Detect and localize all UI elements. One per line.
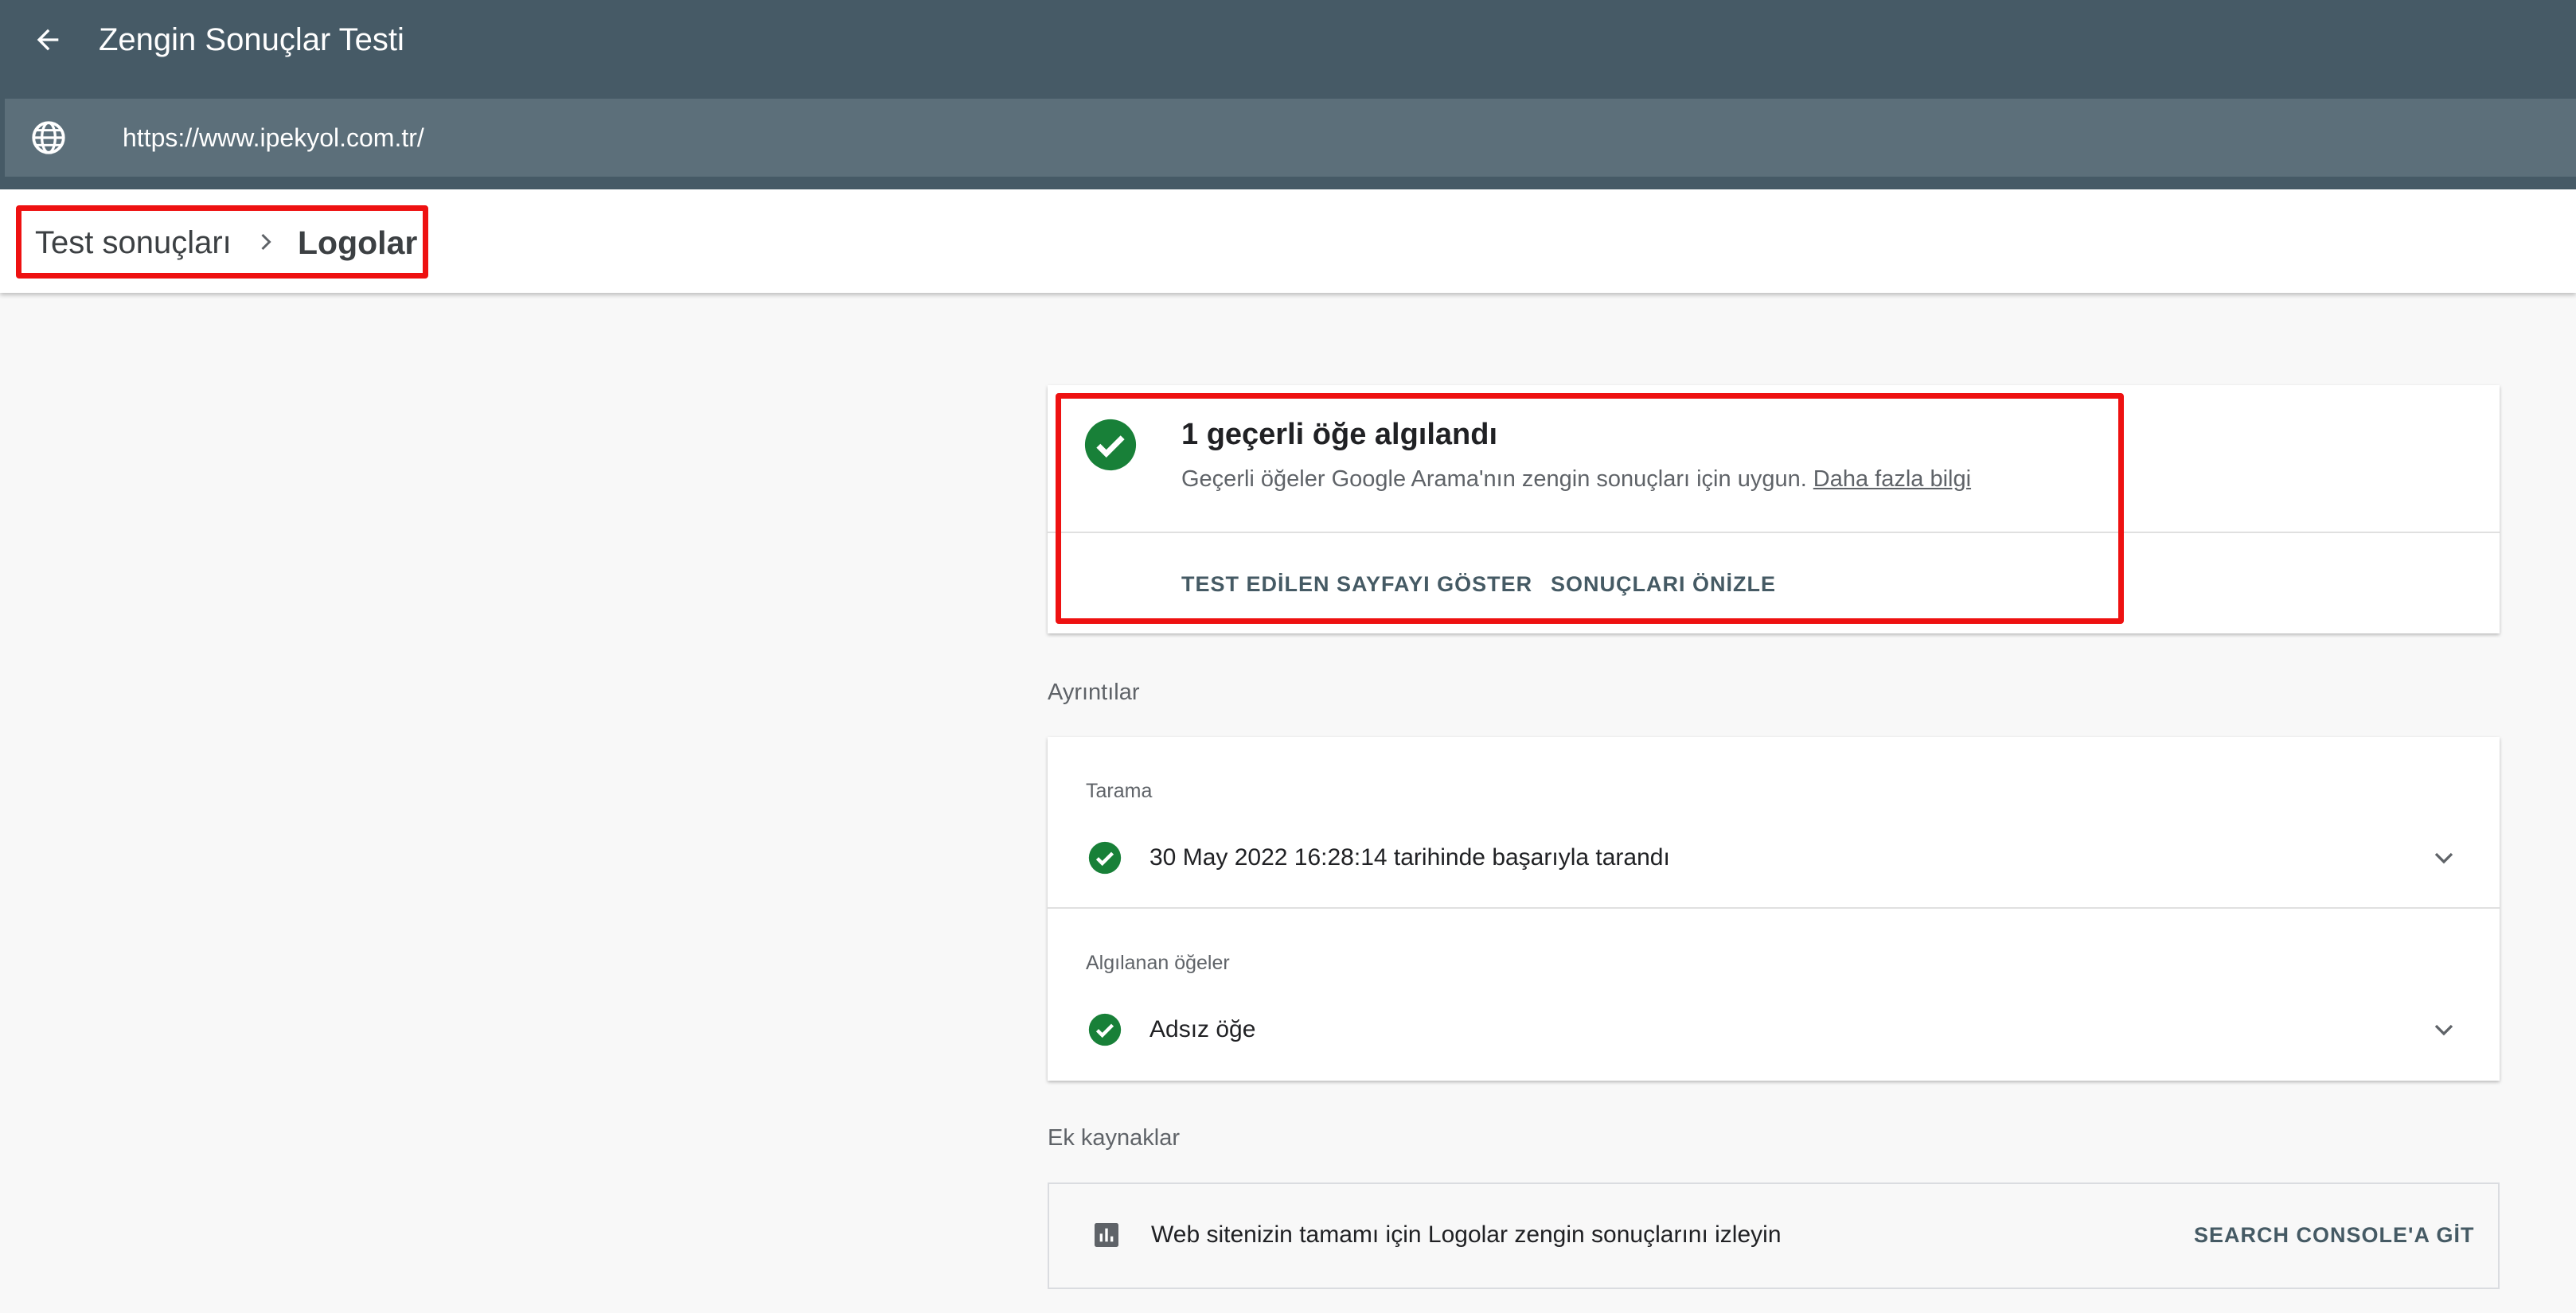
chevron-down-icon[interactable] [2428,842,2460,874]
resource-text: Web sitenizin tamamı için Logolar zengin… [1151,1221,1782,1248]
go-to-search-console-button[interactable]: SEARCH CONSOLE'A GİT [2194,1218,2474,1253]
status-highlight-box [1056,393,2124,624]
crawl-label: Tarama [1086,780,1153,802]
check-circle-icon [1087,840,1122,875]
divider [1048,907,2500,909]
back-arrow-icon[interactable] [24,16,72,64]
bar-chart-icon [1091,1219,1122,1251]
url-bar[interactable]: https://www.ipekyol.com.tr/ [5,99,2576,177]
crawl-status-text[interactable]: 30 May 2022 16:28:14 tarihinde başarıyla… [1149,840,1670,876]
tested-url[interactable]: https://www.ipekyol.com.tr/ [123,118,424,158]
globe-icon [29,118,68,158]
chevron-down-icon[interactable] [2428,1014,2460,1046]
app-title: Zengin Sonuçlar Testi [99,22,404,57]
breadcrumb-parent-link[interactable]: Test sonuçları [35,221,232,264]
details-card [1048,737,2500,1081]
chevron-right-icon [252,228,280,256]
resources-heading: Ek kaynaklar [1048,1125,1181,1151]
breadcrumb-current: Logolar [298,224,418,261]
detected-items-label: Algılanan öğeler [1086,952,1230,974]
detected-item-text[interactable]: Adsız öğe [1149,1011,1255,1048]
details-heading: Ayrıntılar [1048,680,1140,705]
check-circle-icon [1087,1012,1122,1047]
